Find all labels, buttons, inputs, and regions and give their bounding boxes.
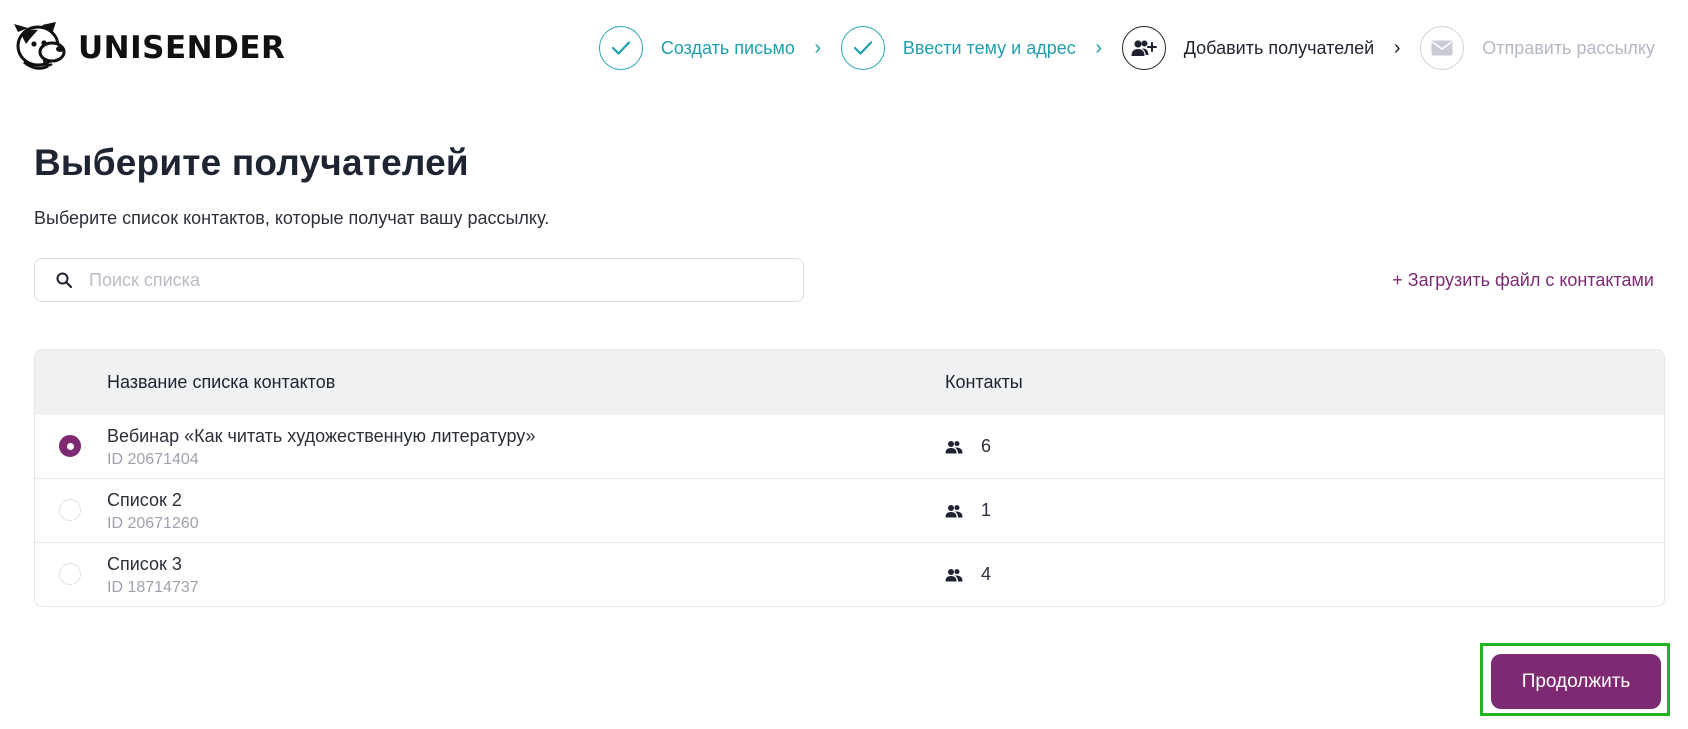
continue-highlight: Продолжить xyxy=(1480,643,1670,716)
table-row[interactable]: Список 3 ID 18714737 4 xyxy=(35,542,1664,606)
step-add-recipients[interactable]: Добавить получателей xyxy=(1121,26,1375,70)
contacts-cell: 4 xyxy=(945,543,991,606)
table-row[interactable]: Список 2 ID 20671260 1 xyxy=(35,478,1664,542)
continue-button[interactable]: Продолжить xyxy=(1491,654,1661,709)
column-header-name: Название списка контактов xyxy=(107,372,336,392)
page-subtitle: Выберите список контактов, которые получ… xyxy=(34,208,550,228)
list-name: Список 2 xyxy=(107,490,182,510)
search-box[interactable] xyxy=(34,258,804,302)
chevron-right-icon: › xyxy=(814,37,822,59)
check-icon xyxy=(611,41,630,55)
contacts-count: 4 xyxy=(981,564,992,584)
step-label: Ввести тему и адрес xyxy=(902,37,1076,58)
step-send-campaign[interactable]: Отправить рассылку xyxy=(1420,26,1655,70)
step-circle xyxy=(840,26,885,70)
logo[interactable]: UNISENDER xyxy=(12,22,285,74)
search-input[interactable] xyxy=(89,269,769,291)
add-user-icon xyxy=(1131,40,1157,56)
envelope-icon xyxy=(1431,40,1453,56)
row-radio[interactable] xyxy=(59,563,81,585)
brand-name: UNISENDER xyxy=(78,29,286,66)
step-circle xyxy=(598,26,643,70)
step-circle xyxy=(1420,26,1465,70)
people-icon xyxy=(945,568,963,581)
dog-mascot-icon xyxy=(14,22,66,70)
chevron-right-icon: › xyxy=(1393,37,1401,59)
contacts-cell: 6 xyxy=(945,415,991,478)
step-create-letter[interactable]: Создать письмо xyxy=(598,26,795,70)
list-id: ID 20671404 xyxy=(107,451,199,468)
contact-lists-table: Название списка контактов Контакты Вебин… xyxy=(34,349,1665,607)
chevron-right-icon: › xyxy=(1095,37,1103,59)
header: UNISENDER Создать письмо › Ввести тему и… xyxy=(0,0,1688,96)
step-label: Добавить получателей xyxy=(1183,37,1375,58)
list-name: Вебинар «Как читать художественную литер… xyxy=(107,426,536,446)
wizard-steps: Создать письмо › Ввести тему и адрес › Д… xyxy=(598,26,1655,70)
column-header-contacts: Контакты xyxy=(945,372,1023,392)
contacts-count: 1 xyxy=(981,500,992,520)
row-radio[interactable] xyxy=(59,499,81,521)
table-row[interactable]: Вебинар «Как читать художественную литер… xyxy=(35,415,1664,478)
table-body: Вебинар «Как читать художественную литер… xyxy=(35,415,1664,606)
upload-contacts-link[interactable]: + Загрузить файл с контактами xyxy=(1392,270,1654,291)
table-header: Название списка контактов Контакты xyxy=(35,350,1664,415)
list-name: Список 3 xyxy=(107,554,182,574)
step-circle xyxy=(1121,26,1166,70)
search-icon xyxy=(56,272,73,289)
step-subject-address[interactable]: Ввести тему и адрес xyxy=(840,26,1076,70)
list-id: ID 20671260 xyxy=(107,515,199,532)
list-id: ID 18714737 xyxy=(107,579,199,596)
people-icon xyxy=(945,440,963,453)
check-icon xyxy=(853,41,872,55)
step-label: Отправить рассылку xyxy=(1482,37,1655,58)
page-title: Выберите получателей xyxy=(34,142,469,183)
contacts-count: 6 xyxy=(981,436,992,456)
contacts-cell: 1 xyxy=(945,479,991,542)
people-icon xyxy=(945,504,963,517)
row-radio-selected[interactable] xyxy=(59,435,81,457)
step-label: Создать письмо xyxy=(660,37,795,58)
